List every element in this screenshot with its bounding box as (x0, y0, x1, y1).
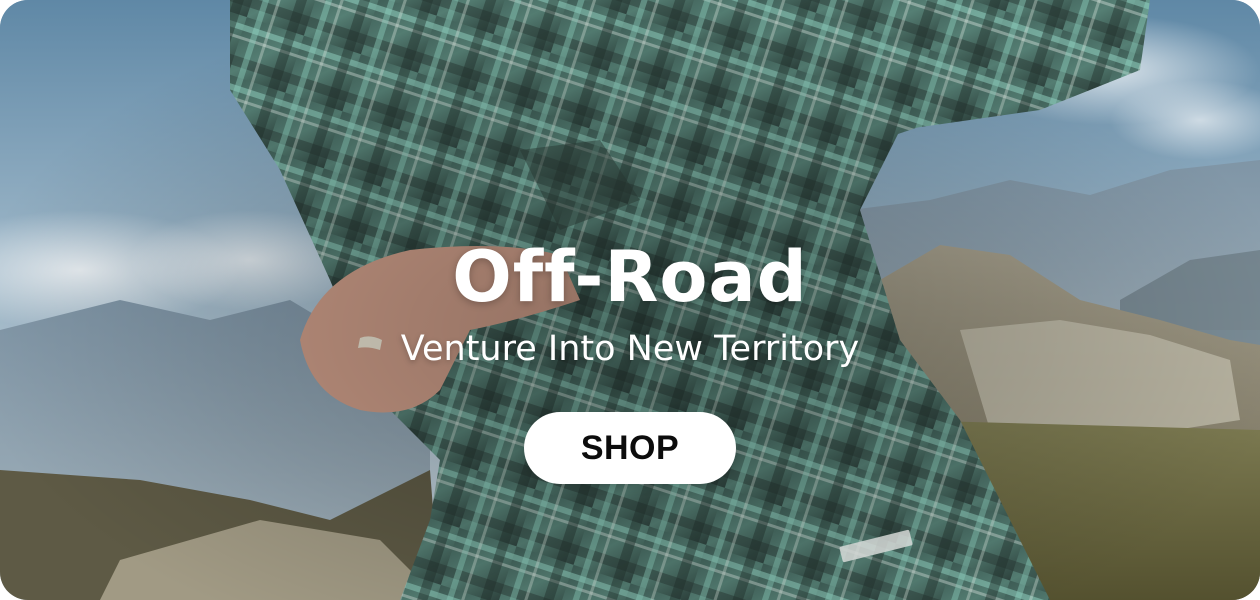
shop-button[interactable]: SHOP (524, 412, 736, 484)
hero-banner[interactable]: Off-Road Venture Into New Territory SHOP (0, 0, 1260, 600)
hero-content: Off-Road Venture Into New Territory SHOP (0, 0, 1260, 600)
hero-subheadline: Venture Into New Territory (400, 329, 860, 369)
hero-headline: Off-Road (452, 236, 808, 318)
